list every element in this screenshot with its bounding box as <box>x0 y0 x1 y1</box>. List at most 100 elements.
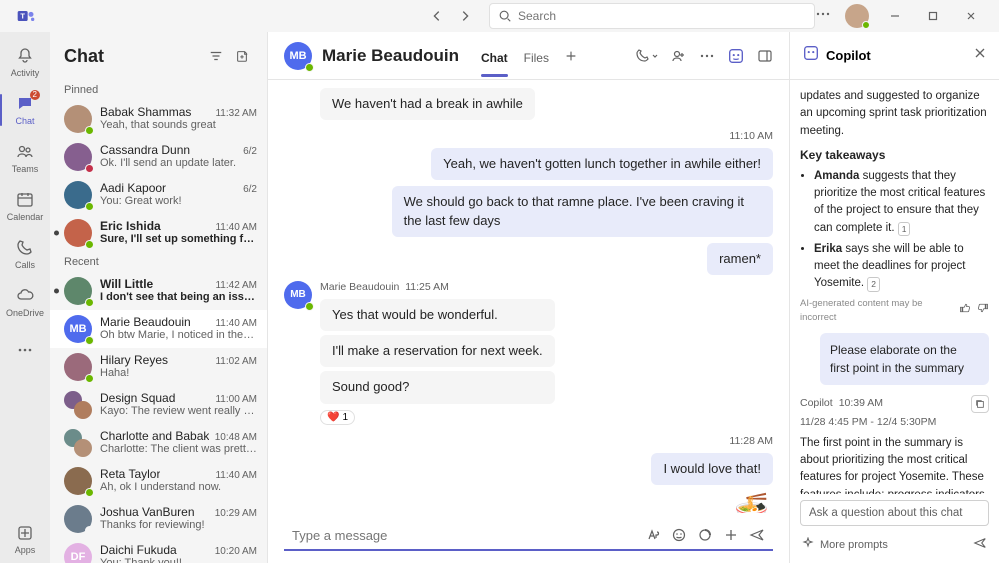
copy-button[interactable] <box>971 395 989 413</box>
search-icon <box>498 9 512 23</box>
avatar <box>64 143 92 171</box>
more-icon <box>15 340 35 360</box>
chat-item-preview: Yeah, that sounds great <box>100 119 257 131</box>
avatar <box>64 219 92 247</box>
message-bubble[interactable]: We haven't had a break in awhile <box>320 88 535 120</box>
rail-teams[interactable]: Teams <box>0 134 50 182</box>
chat-list-panel: Chat Pinned Babak Shammas11:32 AMYeah, t… <box>50 32 268 563</box>
chat-item-name: Cassandra Dunn <box>100 143 190 157</box>
conversation-panel: MB Marie Beaudouin Chat Files <box>268 32 789 563</box>
conversation-avatar[interactable]: MB <box>284 42 312 70</box>
rail-chat[interactable]: 2 Chat <box>0 86 50 134</box>
rail-calls[interactable]: Calls <box>0 230 50 278</box>
chat-item-preview: You: Great work! <box>100 195 257 207</box>
chat-list-item[interactable]: DFDaichi Fukuda10:20 AMYou: Thank you!! <box>50 538 267 563</box>
message-bubble[interactable]: We should go back to that ramne place. I… <box>392 186 773 236</box>
add-tab-button[interactable] <box>559 44 583 68</box>
chat-item-name: Aadi Kapoor <box>100 181 166 195</box>
maximize-button[interactable] <box>921 4 945 28</box>
copilot-text: updates and suggested to organize an upc… <box>800 88 989 140</box>
thumbs-down-button[interactable] <box>977 302 989 319</box>
call-button[interactable] <box>635 48 659 64</box>
filter-button[interactable] <box>205 45 227 67</box>
unread-indicator <box>54 231 59 236</box>
format-button[interactable] <box>645 527 661 543</box>
settings-more-button[interactable] <box>815 6 831 27</box>
rail-apps[interactable]: Apps <box>0 515 50 563</box>
message-bubble[interactable]: Yeah, we haven't gotten lunch together i… <box>431 148 773 180</box>
compose-more-button[interactable] <box>723 527 739 543</box>
chat-item-preview: Kayo: The review went really well! Can't… <box>100 405 257 417</box>
close-button[interactable] <box>959 4 983 28</box>
message-bubble[interactable]: ramen* <box>707 243 773 275</box>
new-chat-button[interactable] <box>231 45 253 67</box>
chat-list-item[interactable]: Design Squad11:00 AMKayo: The review wen… <box>50 386 267 424</box>
chat-list-item[interactable]: Hilary Reyes11:02 AMHaha! <box>50 348 267 386</box>
copilot-input[interactable]: Ask a question about this chat <box>800 500 989 526</box>
message-bubble[interactable]: Sound good? <box>320 371 555 403</box>
chat-list-item[interactable]: Reta Taylor11:40 AMAh, ok I understand n… <box>50 462 267 500</box>
people-button[interactable] <box>671 48 687 64</box>
search-input[interactable] <box>489 3 815 29</box>
chat-list-item[interactable]: Charlotte and Babak10:48 AMCharlotte: Th… <box>50 424 267 462</box>
chat-item-name: Reta Taylor <box>100 467 160 481</box>
key-takeaways-list: Amanda suggests that they prioritize the… <box>800 168 989 293</box>
citation[interactable]: 1 <box>898 222 911 237</box>
chat-item-time: 11:40 AM <box>215 222 257 233</box>
tab-files[interactable]: Files <box>524 35 549 77</box>
compose-input[interactable] <box>292 528 637 543</box>
emoji-button[interactable] <box>671 527 687 543</box>
chat-list-item[interactable]: MBMarie Beaudouin11:40 AMOh btw Marie, I… <box>50 310 267 348</box>
compose-box[interactable] <box>284 521 773 551</box>
svg-text:T: T <box>20 12 25 21</box>
rail-calendar[interactable]: Calendar <box>0 182 50 230</box>
rail-more[interactable] <box>0 326 50 374</box>
chat-list-item[interactable]: Aadi Kapoor 6/2You: Great work! <box>50 176 267 214</box>
copilot-toggle-button[interactable] <box>727 47 745 65</box>
chat-item-time: 11:02 AM <box>215 356 257 367</box>
citation[interactable]: 2 <box>867 277 880 292</box>
tab-chat[interactable]: Chat <box>481 35 508 77</box>
minimize-button[interactable] <box>883 4 907 28</box>
message-bubble[interactable]: Yes that would be wonderful. <box>320 299 555 331</box>
conv-more-button[interactable] <box>699 48 715 64</box>
sender-avatar[interactable]: MB <box>284 281 312 309</box>
thumbs-up-button[interactable] <box>959 302 971 319</box>
copilot-close-button[interactable] <box>973 46 987 65</box>
message-bubble[interactable]: I would love that! <box>651 453 773 485</box>
chat-item-preview: You: Thank you!! <box>100 557 257 563</box>
chat-list-item[interactable]: Will Little11:42 AMI don't see that bein… <box>50 272 267 310</box>
chat-list-item[interactable]: Joshua VanBuren10:29 AMThanks for review… <box>50 500 267 538</box>
rail-onedrive[interactable]: OneDrive <box>0 278 50 326</box>
chat-item-preview: Oh btw Marie, I noticed in the document … <box>100 329 257 341</box>
calendar-icon <box>15 190 35 210</box>
unread-indicator <box>54 289 59 294</box>
loop-button[interactable] <box>697 527 713 543</box>
teams-logo-icon: T <box>16 6 36 26</box>
chat-list-item[interactable]: Cassandra Dunn6/2Ok. I'll send an update… <box>50 138 267 176</box>
chat-list-title: Chat <box>64 46 201 67</box>
copilot-send-button[interactable] <box>973 536 987 553</box>
chat-item-name: Will Little <box>100 277 153 291</box>
sender-label: Marie Beaudouin 11:25 AM <box>320 281 555 293</box>
avatar <box>64 353 92 381</box>
avatar <box>64 105 92 133</box>
chat-list-item[interactable]: Eric Ishida11:40 AMSure, I'll set up som… <box>50 214 267 252</box>
conversation-title: Marie Beaudouin <box>322 46 459 66</box>
nav-forward-button[interactable] <box>453 4 477 28</box>
key-takeaways-title: Key takeaways <box>800 146 989 164</box>
more-prompts-button[interactable]: More prompts <box>820 539 888 551</box>
chat-item-time: 6/2 <box>243 184 257 195</box>
rail-activity[interactable]: Activity <box>0 38 50 86</box>
chat-list-item[interactable]: Babak Shammas11:32 AMYeah, that sounds g… <box>50 100 267 138</box>
avatar <box>64 277 92 305</box>
copilot-panel: Copilot updates and suggested to organiz… <box>789 32 999 563</box>
message-bubble[interactable]: I'll make a reservation for next week. <box>320 335 555 367</box>
group-avatar <box>64 391 92 419</box>
open-pane-button[interactable] <box>757 48 773 64</box>
reaction-badge[interactable]: ❤️1 <box>320 410 355 425</box>
send-button[interactable] <box>749 527 765 543</box>
avatar: MB <box>64 315 92 343</box>
me-avatar[interactable] <box>845 4 869 28</box>
nav-back-button[interactable] <box>425 4 449 28</box>
